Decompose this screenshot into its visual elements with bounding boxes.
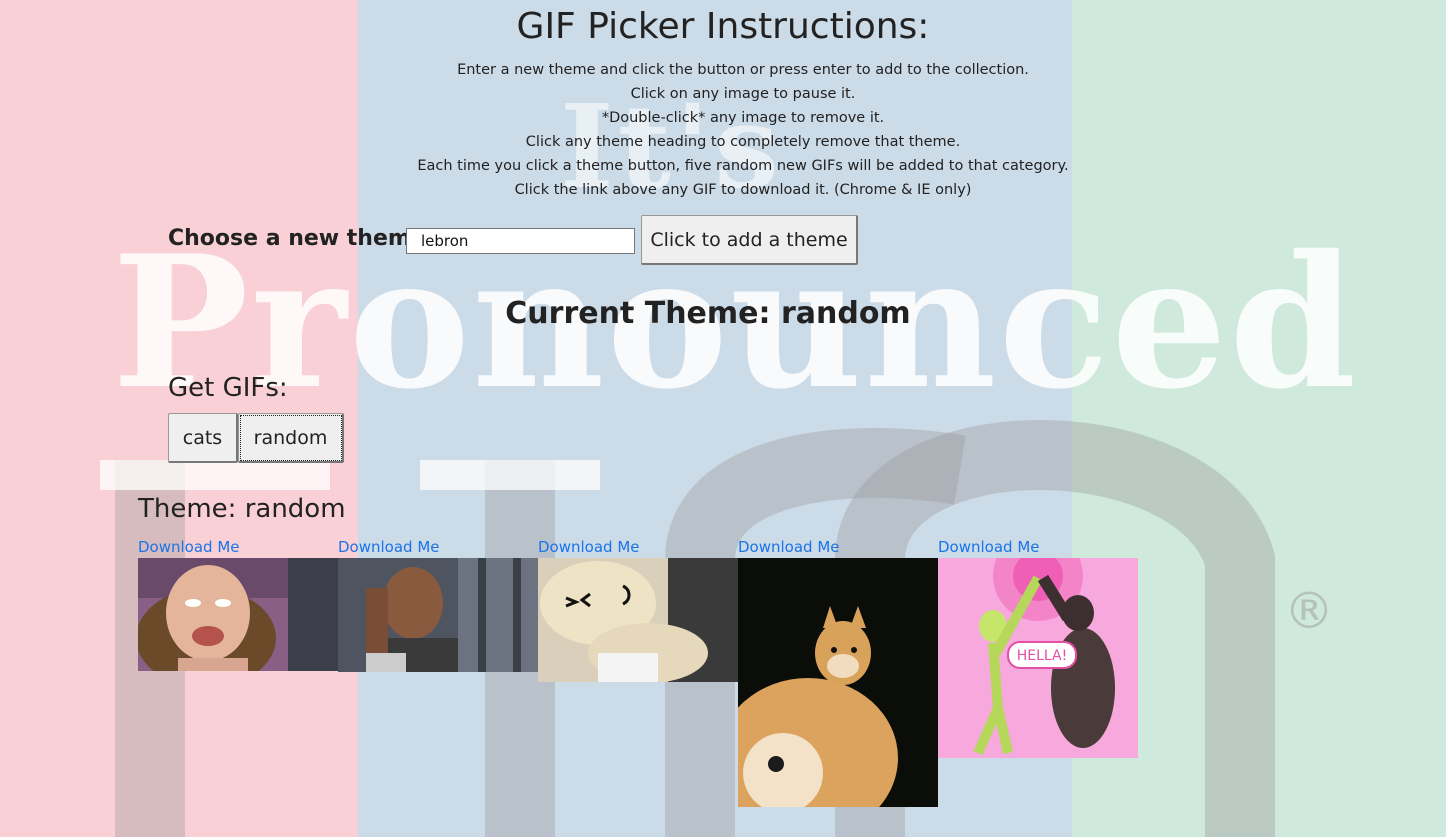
- download-link[interactable]: Download Me: [138, 537, 338, 558]
- instruction-line: Click on any image to pause it.: [630, 86, 856, 102]
- gif-caption: HELLA!: [1017, 648, 1067, 664]
- theme-section-heading[interactable]: Theme: random: [138, 494, 346, 524]
- current-theme-heading: Current Theme: random: [505, 296, 911, 331]
- gif-image-doge[interactable]: [738, 558, 938, 807]
- page-title: GIF Picker Instructions:: [516, 6, 930, 47]
- gif-card: Download Me: [138, 537, 338, 671]
- download-link[interactable]: Download Me: [938, 537, 1138, 558]
- instruction-line: Click any theme heading to completely re…: [525, 134, 961, 150]
- gif-image-man[interactable]: [338, 558, 538, 672]
- gif-card: Download Me: [538, 537, 738, 682]
- theme-input[interactable]: [406, 228, 635, 254]
- theme-button-random[interactable]: random: [238, 413, 344, 463]
- gif-card: Download Me: [738, 537, 938, 807]
- gif-image-alien-gorilla[interactable]: HELLA!: [938, 558, 1138, 758]
- page-content: GIF Picker Instructions: Enter a new the…: [0, 0, 1446, 837]
- download-link[interactable]: Download Me: [538, 537, 738, 558]
- download-link[interactable]: Download Me: [738, 537, 938, 558]
- get-gifs-heading: Get GIFs:: [168, 373, 288, 403]
- instruction-line: Each time you click a theme button, five…: [417, 158, 1069, 174]
- download-link[interactable]: Download Me: [338, 537, 538, 558]
- instruction-line: *Double-click* any image to remove it.: [601, 110, 885, 126]
- theme-button-cats[interactable]: cats: [168, 413, 238, 463]
- gif-image-dumpling[interactable]: [538, 558, 738, 682]
- gif-image-woman[interactable]: [138, 558, 338, 671]
- instructions: Enter a new theme and click the button o…: [0, 58, 1446, 202]
- add-theme-button[interactable]: Click to add a theme: [641, 215, 858, 265]
- gif-card: Download Me HELLA!: [938, 537, 1138, 758]
- instruction-line: Enter a new theme and click the button o…: [457, 62, 1029, 78]
- instruction-line: Click the link above any GIF to download…: [514, 182, 972, 198]
- theme-input-label: Choose a new theme: [168, 226, 426, 251]
- gif-card: Download Me: [338, 537, 538, 672]
